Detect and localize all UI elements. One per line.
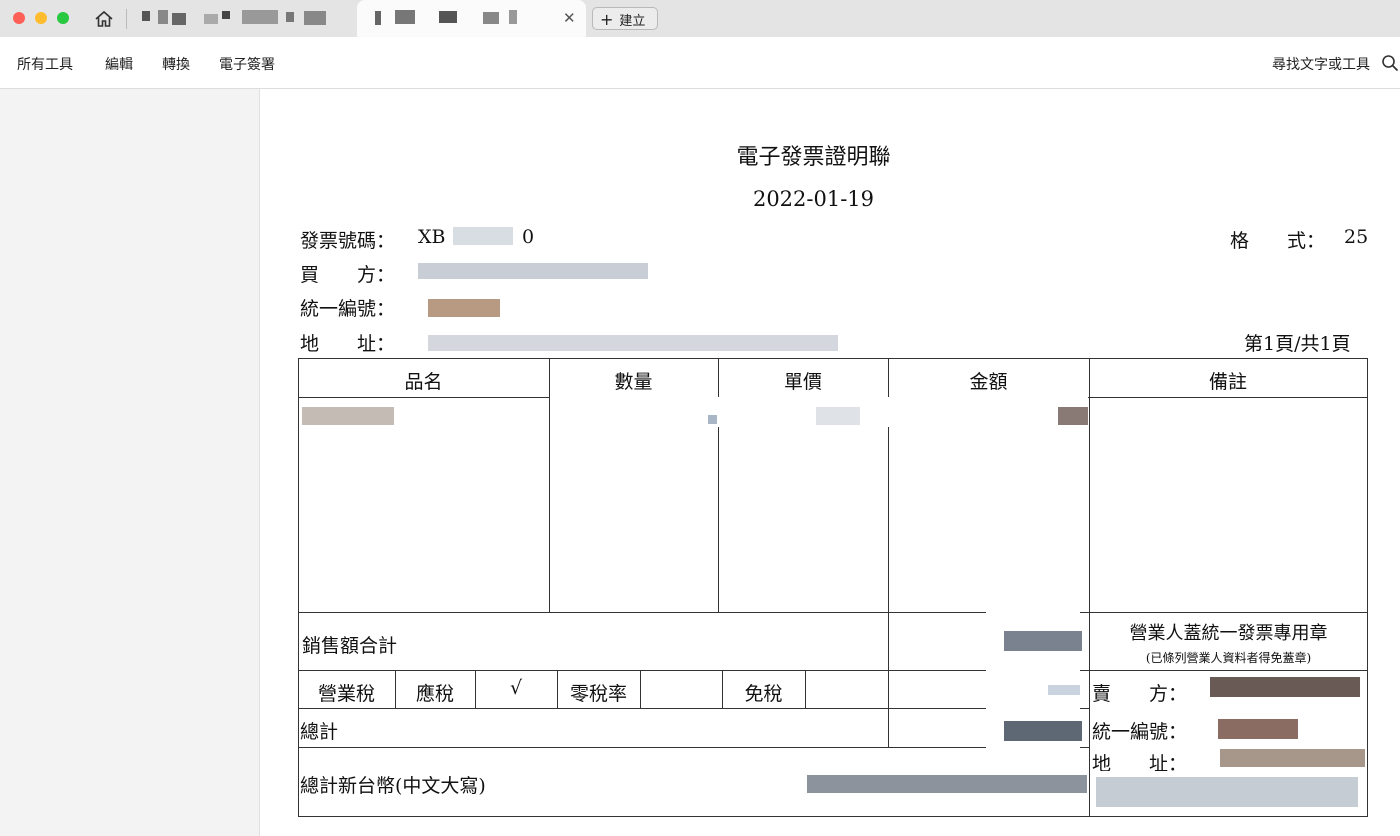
total-label: 總計 [300,721,339,743]
seller-label: 賣 方： [1092,683,1188,705]
total-chinese-label: 總計新台幣(中文大寫) [300,775,486,797]
title-bar: ✕ + 建立 [0,0,1400,37]
redacted-unit-price [816,407,860,425]
page-number: 第1頁/共1頁 [1244,333,1351,355]
sales-total-label: 銷售額合計 [302,635,398,657]
seller-tax-id-label: 統一編號： [1092,721,1188,743]
plus-icon: + [600,10,614,29]
redacted-tax-id [428,299,500,317]
redacted-seller [1210,677,1360,697]
search-tools-button[interactable]: 尋找文字或工具 [1272,54,1370,74]
redacted-quantity [708,415,717,424]
redacted-address [428,335,838,351]
column-header-amount: 金額 [969,371,1008,393]
stamp-note: (已條列營業人資料者得免蓋章) [1145,651,1312,665]
menu-all-tools[interactable]: 所有工具 [17,54,73,74]
redacted-total [1004,721,1082,741]
redacted-tax-amount [1048,685,1080,695]
format-label: 格 式： [1230,230,1326,252]
close-window-button[interactable] [13,12,25,24]
menu-e-sign[interactable]: 電子簽署 [219,54,275,74]
redacted-total-chinese [807,775,1087,793]
document-title: 電子發票證明聯 [736,145,891,170]
buyer-label: 買 方： [300,264,396,286]
document-page[interactable]: 電子發票證明聯 2022-01-19 發票號碼： XB 0 格 式： 25 買 … [260,89,1400,836]
tab-divider [126,9,127,29]
invoice-number-label: 發票號碼： [300,230,396,252]
zero-rate-label: 零稅率 [569,683,627,705]
redacted-item-name [302,407,394,425]
business-tax-label: 營業稅 [317,683,375,705]
redacted-buyer [418,263,648,279]
home-icon[interactable] [94,9,114,29]
redacted-invoice-number [453,227,513,245]
redacted-amount [1058,407,1088,425]
sidebar [0,89,260,836]
new-tab-button[interactable]: + 建立 [592,7,658,30]
redacted-sales-total [1004,631,1082,651]
minimize-window-button[interactable] [35,12,47,24]
search-icon[interactable] [1381,54,1399,72]
menu-edit[interactable]: 編輯 [105,54,133,74]
invoice-number-prefix: XB [418,226,446,248]
tab-document-2[interactable]: ✕ [357,0,586,37]
column-header-remarks: 備註 [1208,371,1247,393]
format-value: 25 [1344,226,1369,248]
tab-document-1[interactable] [130,0,355,37]
column-header-quantity: 數量 [614,371,653,393]
tax-id-label: 統一編號： [300,298,396,320]
close-tab-icon[interactable]: ✕ [563,9,576,27]
column-header-unit-price: 單價 [783,371,822,393]
column-header-item: 品名 [404,371,443,393]
redacted-seller-address [1220,749,1365,767]
taxable-label: 應稅 [415,683,454,705]
zoom-window-button[interactable] [57,12,69,24]
redacted-seller-tax-id [1218,719,1298,739]
address-label: 地 址： [300,333,396,355]
menu-bar: 所有工具 編輯 轉換 電子簽署 尋找文字或工具 [0,37,1400,89]
new-tab-label: 建立 [619,14,646,29]
invoice-number-suffix: 0 [522,226,535,248]
stamp-title: 營業人蓋統一發票專用章 [1129,623,1328,644]
tax-free-label: 免稅 [744,683,783,705]
redacted-seller-address-cont [1096,777,1358,807]
document-date: 2022-01-19 [752,187,875,211]
menu-convert[interactable]: 轉換 [162,54,190,74]
taxable-check-mark: √ [509,677,523,699]
